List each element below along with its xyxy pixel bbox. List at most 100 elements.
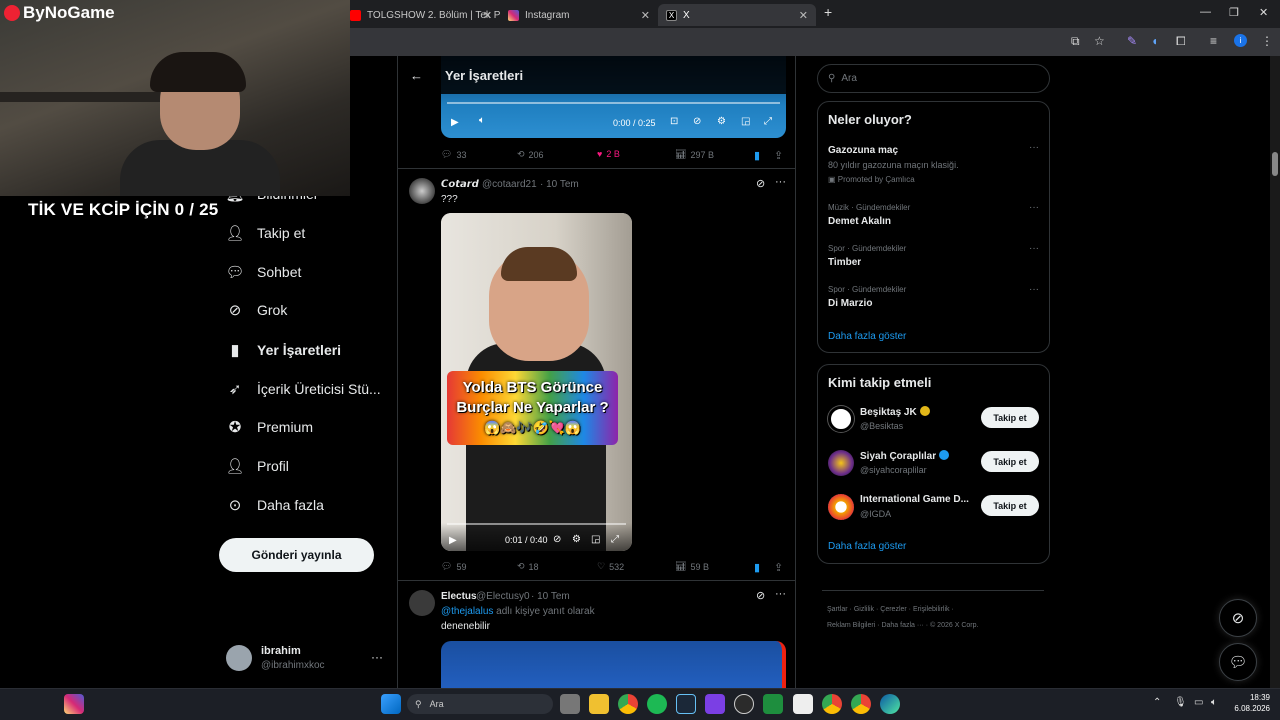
bookmark-star-icon[interactable]: ☆ xyxy=(1094,34,1105,48)
settings-gear-icon[interactable]: ⚙︎ xyxy=(717,116,726,127)
more-options-icon[interactable]: ··· xyxy=(775,588,786,600)
tab-instagram[interactable]: Instagram ✕ xyxy=(500,4,658,26)
profile-avatar-icon[interactable]: i xyxy=(1234,34,1247,47)
nav-grok[interactable]: ⊘ Grok xyxy=(226,298,288,322)
more-options-icon[interactable]: ··· xyxy=(775,176,786,188)
follow-button[interactable]: Takip et xyxy=(981,451,1039,472)
tweet2-video[interactable]: Yolda BTS Görünce Burçlar Ne Yaparlar ? … xyxy=(441,213,632,551)
nav-creator-studio[interactable]: ➶ İçerik Üreticisi Stü... xyxy=(226,377,381,401)
nav-profile[interactable]: 👤︎ Profil xyxy=(225,454,288,478)
messages-fab-button[interactable]: 💬︎ xyxy=(1219,643,1257,681)
show-more-link[interactable]: Daha fazla göster xyxy=(828,541,906,552)
grok-icon[interactable]: ⊘ xyxy=(756,177,765,190)
nav-follow[interactable]: 👤︎ Takip et xyxy=(225,221,305,245)
close-icon[interactable]: ✕ xyxy=(799,9,808,22)
nav-chat[interactable]: 💬︎ Sohbet xyxy=(225,260,301,284)
tab-tolgshow[interactable]: TOLGSHOW 2. Bölüm | Tek Parç ✕ xyxy=(342,4,500,26)
maximize-icon[interactable]: ❐ xyxy=(1229,6,1239,19)
chrome-icon[interactable] xyxy=(618,694,638,714)
tweet3-author-name[interactable]: Electus xyxy=(441,591,477,602)
suggestion-name[interactable]: International Game D... xyxy=(860,494,969,505)
tweet3-date[interactable]: · 10 Tem xyxy=(531,591,570,602)
network-icon[interactable]: ▭ xyxy=(1194,697,1203,708)
mute-icon[interactable]: ⊘ xyxy=(693,116,701,127)
grok-fab-button[interactable]: ⊘ xyxy=(1219,599,1257,637)
spotify-icon[interactable] xyxy=(647,694,667,714)
footer-links[interactable]: Reklam Bilgileri · Daha fazla ··· · © 20… xyxy=(827,622,978,629)
reply-button[interactable]: 💬︎ 33 xyxy=(441,149,466,160)
follow-button[interactable]: Takip et xyxy=(981,495,1039,516)
steam-icon[interactable] xyxy=(676,694,696,714)
bookmark-button[interactable]: ▮ xyxy=(754,149,760,162)
windows-start-icon[interactable] xyxy=(381,694,401,714)
trend-title[interactable]: Di Marzio xyxy=(828,298,872,309)
tweet3-handle[interactable]: @Electusy0 xyxy=(476,591,530,602)
more-options-icon[interactable]: ··· xyxy=(1029,142,1039,153)
obs-icon[interactable] xyxy=(734,694,754,714)
install-app-icon[interactable]: ⧉ xyxy=(1071,34,1080,49)
video-progress-bar[interactable] xyxy=(447,523,626,525)
close-icon[interactable]: ✕ xyxy=(641,9,650,22)
video-editor-icon[interactable] xyxy=(705,694,725,714)
post-button[interactable]: Gönderi yayınla xyxy=(219,538,374,572)
play-icon[interactable]: ▶ xyxy=(449,535,457,546)
retweet-button[interactable]: ⟲ 18 xyxy=(517,561,539,572)
tab-x[interactable]: X X ✕ xyxy=(658,4,816,26)
volume-icon[interactable]: 🔈︎ xyxy=(1211,697,1217,708)
nav-more[interactable]: ⊙ Daha fazla xyxy=(226,493,324,517)
avatar[interactable] xyxy=(828,450,854,476)
share-icon[interactable]: ⇪ xyxy=(774,561,783,574)
pip-icon[interactable]: ◲ xyxy=(741,116,750,127)
mute-icon[interactable]: ⊘ xyxy=(553,534,561,545)
media-icon[interactable]: ≡ xyxy=(1210,34,1217,48)
play-store-icon[interactable] xyxy=(763,694,783,714)
back-arrow-icon[interactable]: ← xyxy=(410,68,423,83)
suggestion-name[interactable]: Siyah Çoraplılar xyxy=(860,450,950,462)
tweet3-media[interactable] xyxy=(441,641,786,688)
microphone-icon[interactable]: 🎙︎ xyxy=(1174,697,1187,708)
extensions-icon[interactable]: ⧠ xyxy=(1176,34,1186,49)
minimize-icon[interactable]: — xyxy=(1200,6,1211,18)
instagram-app-icon[interactable] xyxy=(64,694,84,714)
avatar[interactable] xyxy=(828,406,854,432)
views-button[interactable]: 📊︎ 59 B xyxy=(675,561,709,572)
settings-gear-icon[interactable]: ⚙︎ xyxy=(572,534,581,545)
search-input[interactable]: ⚲ Ara xyxy=(817,64,1050,93)
avatar[interactable] xyxy=(409,590,435,616)
account-switcher[interactable]: ibrahim @ibrahimxkoc ··· xyxy=(226,644,386,674)
avatar[interactable] xyxy=(828,494,854,520)
footer-links[interactable]: Şartlar · Gizlilik · Çerezler · Erişileb… xyxy=(827,606,954,613)
more-options-icon[interactable]: ··· xyxy=(1029,243,1039,254)
like-button[interactable]: ♥ 2 B xyxy=(597,149,620,159)
fullscreen-icon[interactable]: ⤢ xyxy=(611,534,619,545)
chrome-icon[interactable] xyxy=(822,694,842,714)
play-icon[interactable]: ▶ xyxy=(451,117,459,128)
views-button[interactable]: 📊︎ 297 B xyxy=(675,149,714,160)
trend-title[interactable]: Gazozuna maç xyxy=(828,145,898,156)
close-icon[interactable]: ✕ xyxy=(483,9,492,22)
grok-icon[interactable]: ⊘ xyxy=(756,589,765,602)
trend-title[interactable]: Timber xyxy=(828,257,861,268)
captions-icon[interactable]: ⊡ xyxy=(670,116,678,127)
tweet2-date[interactable]: · 10 Tem xyxy=(540,179,579,190)
scrollbar-thumb[interactable] xyxy=(1272,152,1278,176)
pip-icon[interactable]: ◲ xyxy=(591,534,600,545)
tweet2-handle[interactable]: @cotaard21 xyxy=(482,179,537,190)
tweet2-author-name[interactable]: 𝘾𝙤𝙩𝙖𝙧𝙙 xyxy=(441,179,479,190)
window-close-icon[interactable]: ✕ xyxy=(1259,6,1268,19)
trend-title[interactable]: Demet Akalın xyxy=(828,216,891,227)
nav-premium[interactable]: ✪ Premium xyxy=(226,415,313,439)
avatar[interactable] xyxy=(409,178,435,204)
file-explorer-icon[interactable] xyxy=(589,694,609,714)
extension-pen-icon[interactable]: ✎ xyxy=(1127,34,1137,48)
bookmark-button[interactable]: ▮ xyxy=(754,561,760,574)
tray-expand-icon[interactable]: ⌃ xyxy=(1153,697,1161,708)
page-scrollbar[interactable] xyxy=(1270,56,1280,688)
share-icon[interactable]: ⇪ xyxy=(774,149,783,162)
suggestion-name[interactable]: Beşiktaş JK xyxy=(860,406,930,418)
show-more-link[interactable]: Daha fazla göster xyxy=(828,331,906,342)
more-options-icon[interactable]: ··· xyxy=(1029,284,1039,295)
retweet-button[interactable]: ⟲ 206 xyxy=(517,149,544,160)
video-progress-bar[interactable] xyxy=(447,102,780,104)
audio-icon[interactable]: ◖ xyxy=(1151,34,1158,48)
